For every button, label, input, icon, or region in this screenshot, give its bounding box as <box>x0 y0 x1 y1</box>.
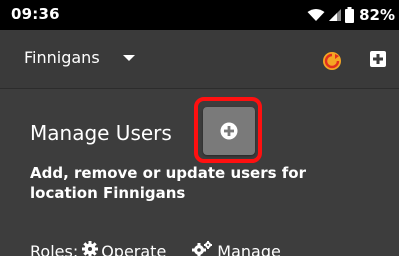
role-operate-label: Operate <box>101 241 167 256</box>
add-user-button[interactable] <box>203 107 255 155</box>
page-description: Add, remove or update users for location… <box>30 164 307 202</box>
location-dropdown[interactable]: Finnigans <box>24 48 135 67</box>
role-manage-label: Manage <box>217 241 281 256</box>
caret-down-icon <box>122 54 135 61</box>
refresh-icon[interactable] <box>322 51 342 71</box>
roles-label: Roles: <box>30 241 79 256</box>
role-operate: Operate <box>78 241 166 256</box>
status-icons: 82% <box>307 6 395 24</box>
battery-icon <box>345 7 355 23</box>
manage-users-panel: Manage Users Add, remove or update users… <box>0 89 399 256</box>
status-time: 09:36 <box>11 5 60 23</box>
app-screen: 09:36 82% Finnigans Manage Users Add, re… <box>0 0 399 256</box>
gear-icon <box>78 241 101 256</box>
battery-percent: 82% <box>359 6 395 24</box>
app-toolbar: Finnigans <box>0 30 399 89</box>
role-manage: Manage <box>188 241 281 256</box>
wifi-icon <box>307 8 325 22</box>
roles-row: Roles: Operate Manage <box>30 241 281 256</box>
status-bar: 09:36 82% <box>0 0 399 30</box>
signal-icon <box>328 8 342 22</box>
gears-icon <box>188 241 217 256</box>
page-title: Manage Users <box>30 121 172 145</box>
location-label: Finnigans <box>24 48 100 67</box>
add-square-icon[interactable] <box>369 50 387 68</box>
